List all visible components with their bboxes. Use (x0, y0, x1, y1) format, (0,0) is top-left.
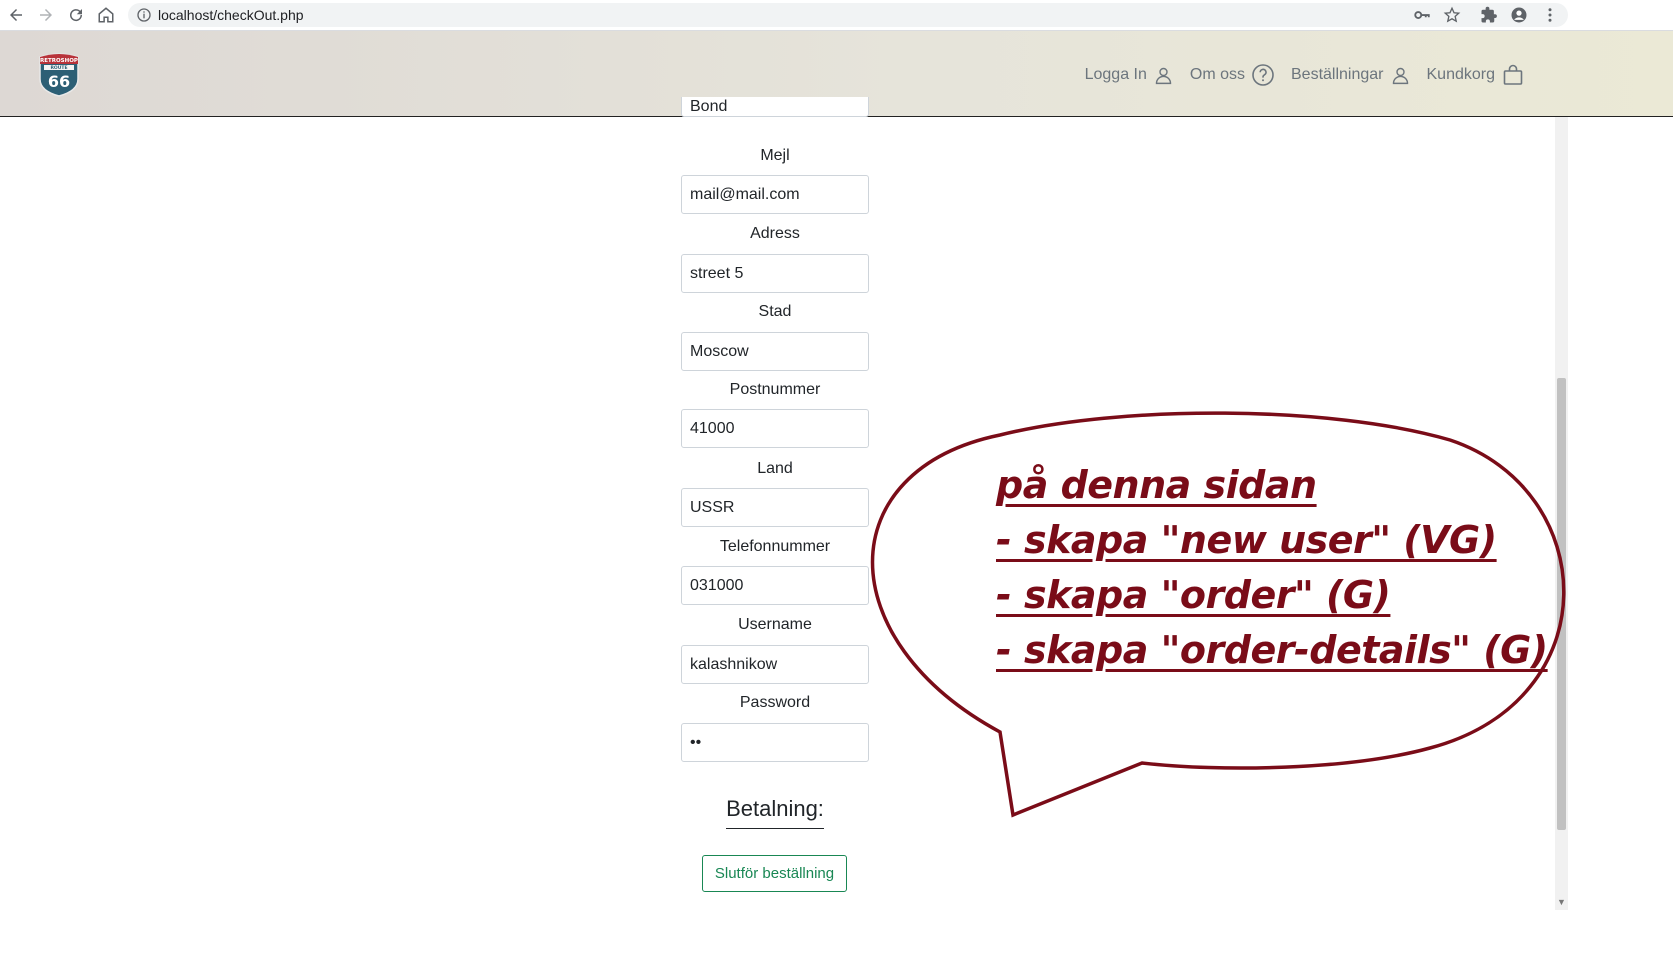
annotation-line: på denna sidan (996, 463, 1317, 507)
annotation-line: - skapa "order" (G) (996, 573, 1391, 617)
annotation-line: - skapa "order-details" (G) (996, 628, 1548, 672)
annotation-line: - skapa "new user" (VG) (996, 518, 1497, 562)
annotation-text: på denna sidan - skapa "new user" (VG) -… (996, 458, 1556, 678)
